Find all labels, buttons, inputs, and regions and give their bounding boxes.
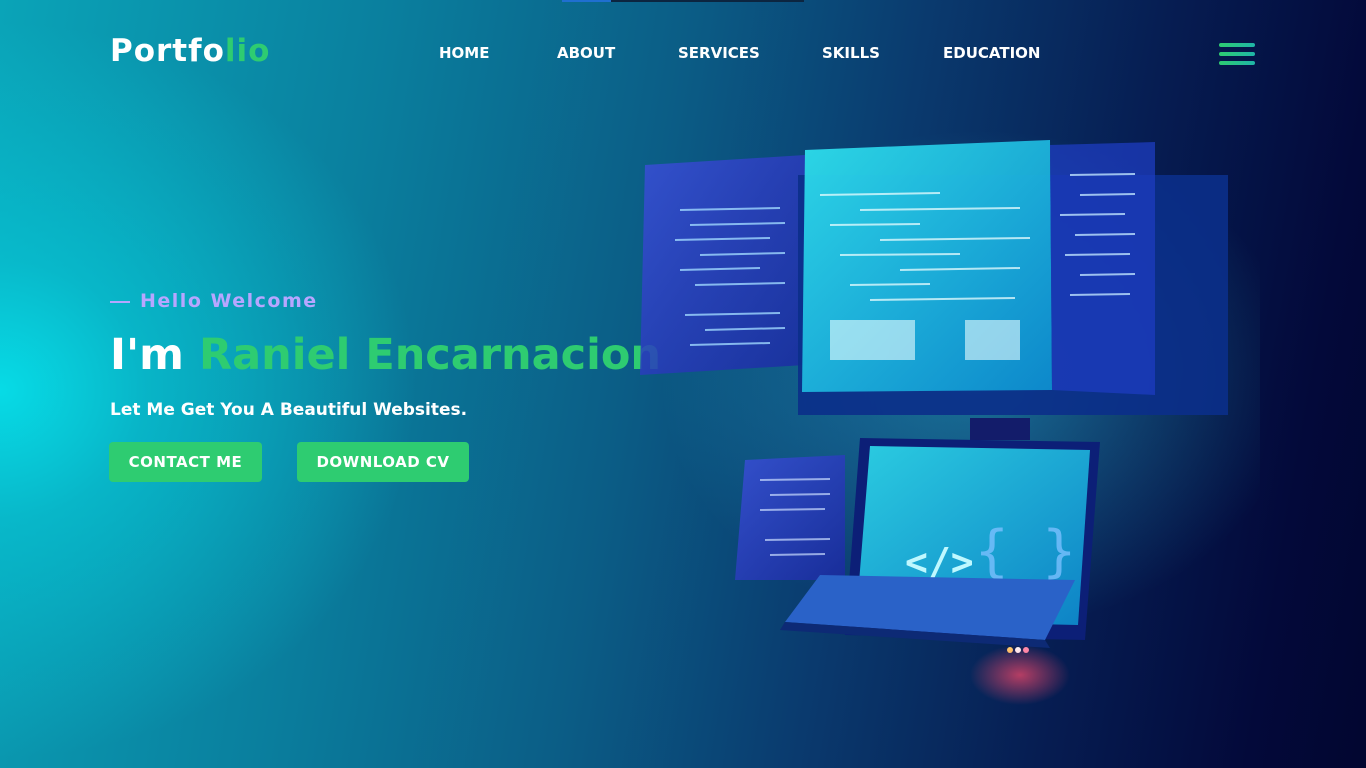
curly-braces-symbol: { } bbox=[975, 519, 1076, 584]
headline-prefix: I'm bbox=[110, 330, 184, 380]
contact-me-button[interactable]: CONTACT ME bbox=[109, 442, 262, 482]
monitor-stand bbox=[970, 418, 1030, 440]
headline-name: Raniel Encarnacion bbox=[198, 330, 662, 380]
hero-tagline: Let Me Get You A Beautiful Websites. bbox=[110, 400, 468, 420]
greeting-dash bbox=[110, 300, 130, 303]
hamburger-menu-icon[interactable] bbox=[1219, 41, 1255, 69]
code-panel-left bbox=[640, 155, 805, 375]
nav-home[interactable]: HOME bbox=[439, 44, 489, 62]
hero-illustration: </> { } bbox=[640, 130, 1260, 705]
code-panel-laptop-left bbox=[735, 455, 845, 580]
top-scroll-indicator bbox=[562, 0, 804, 2]
greeting-text: Hello Welcome bbox=[140, 290, 318, 312]
greeting: Hello Welcome bbox=[110, 290, 318, 312]
nav-skills[interactable]: SKILLS bbox=[822, 44, 880, 62]
nav-about[interactable]: ABOUT bbox=[557, 44, 615, 62]
download-cv-button[interactable]: DOWNLOAD CV bbox=[297, 442, 469, 482]
hero-headline: I'm Raniel Encarnacion bbox=[110, 330, 661, 380]
nav-services[interactable]: SERVICES bbox=[678, 44, 760, 62]
nav-education[interactable]: EDUCATION bbox=[943, 44, 1040, 62]
main-nav: HOME ABOUT SERVICES SKILLS EDUCATION bbox=[0, 44, 1366, 64]
top-scroll-indicator-progress bbox=[562, 0, 611, 2]
